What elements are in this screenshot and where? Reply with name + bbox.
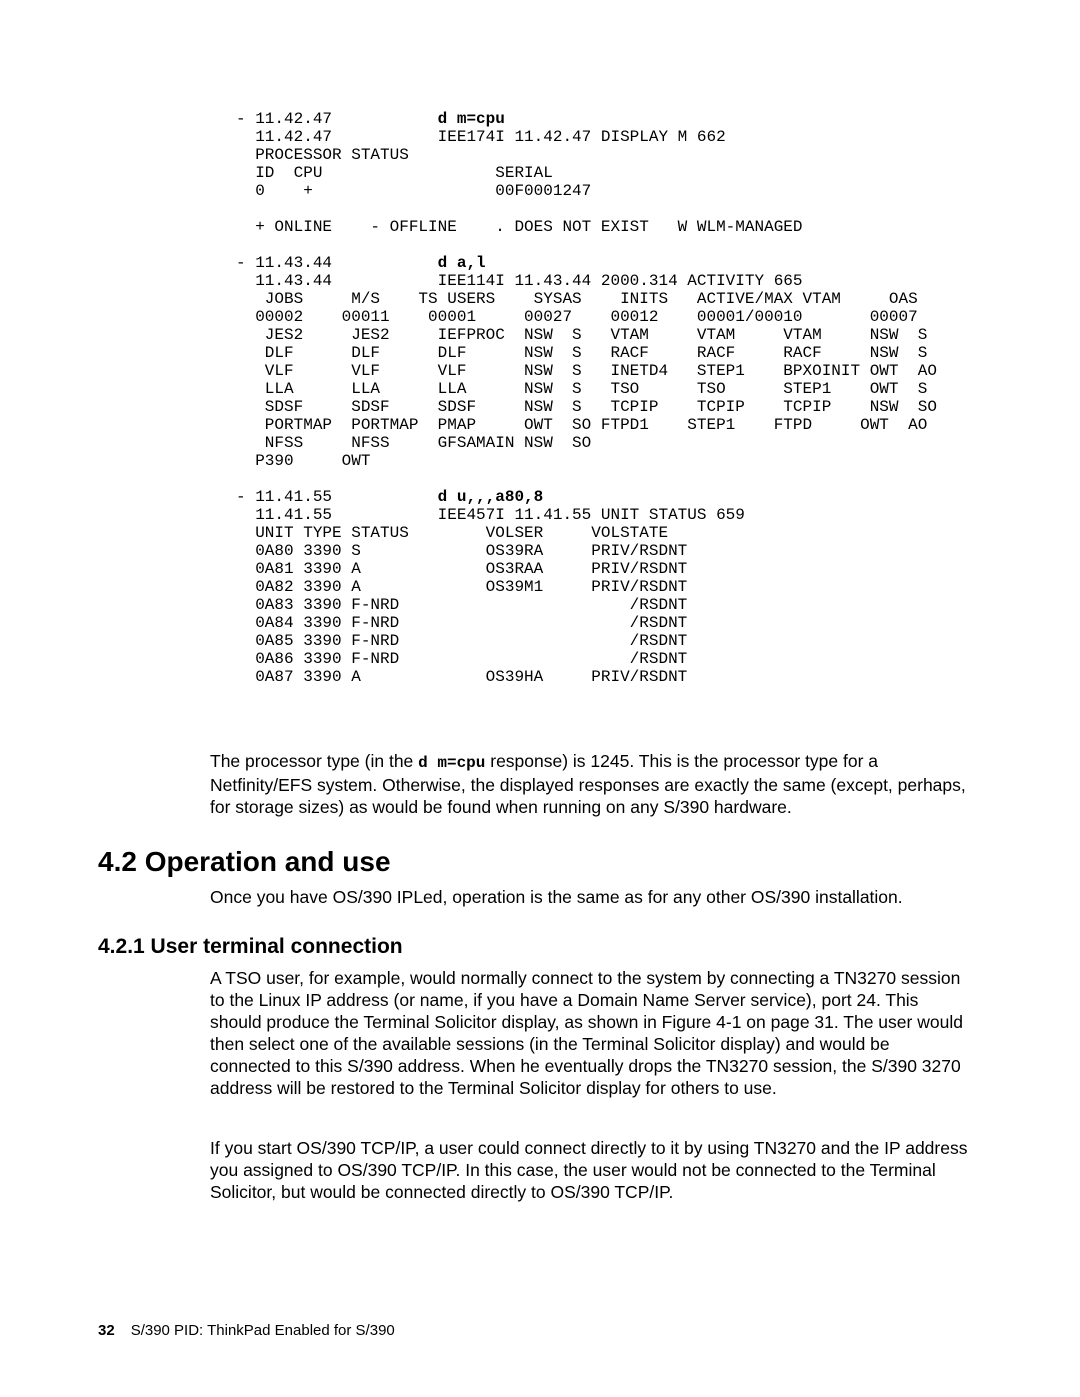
- paragraph-tso-connection: A TSO user, for example, would normally …: [210, 967, 970, 1099]
- paragraph-operation: Once you have OS/390 IPLed, operation is…: [210, 886, 970, 908]
- subsection-heading-4-2-1: 4.2.1 User terminal connection: [98, 935, 403, 959]
- section-heading-4-2: 4.2 Operation and use: [98, 846, 391, 878]
- paragraph-processor-type: The processor type (in the d m=cpu respo…: [210, 750, 970, 818]
- footer-title: S/390 PID: ThinkPad Enabled for S/390: [131, 1322, 395, 1339]
- page-number: 32: [98, 1322, 115, 1339]
- paragraph-tcpip: If you start OS/390 TCP/IP, a user could…: [210, 1137, 970, 1203]
- page-footer: 32 S/390 PID: ThinkPad Enabled for S/390: [98, 1322, 395, 1339]
- inline-command: d m=cpu: [418, 754, 485, 772]
- terminal-output: - 11.42.47 d m=cpu 11.42.47 IEE174I 11.4…: [236, 110, 937, 686]
